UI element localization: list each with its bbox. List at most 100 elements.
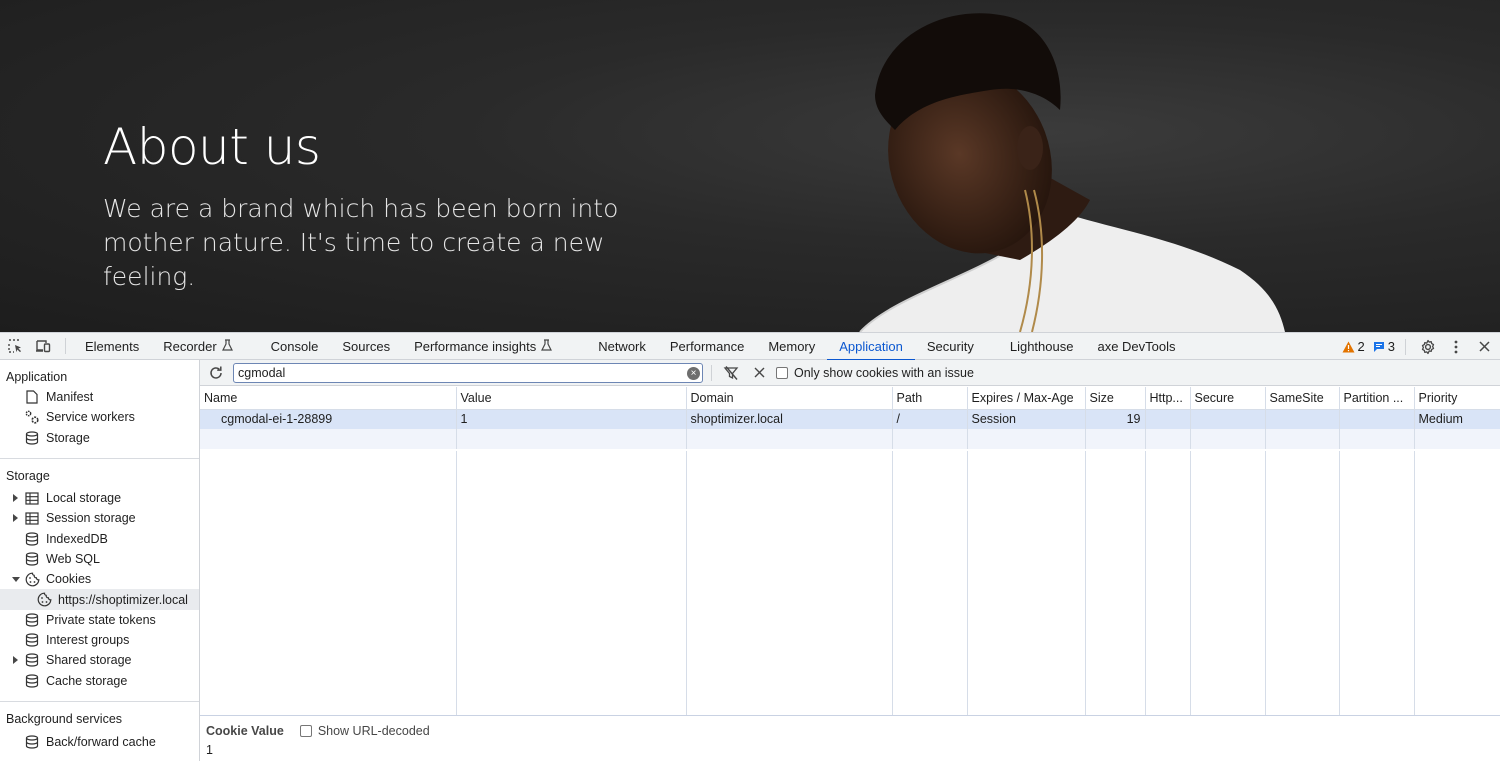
refresh-button[interactable] xyxy=(202,360,230,386)
cookie-filter-input[interactable]: × xyxy=(233,362,703,383)
close-icon xyxy=(754,367,764,378)
sidebar-item-service-workers[interactable]: Service workers xyxy=(0,407,199,427)
expand-arrow-icon[interactable] xyxy=(13,656,18,665)
tab-label: axe DevTools xyxy=(1097,338,1176,354)
page-hero-banner: About us We are a brand which has been b… xyxy=(0,0,1500,332)
clear-filter-icon[interactable]: × xyxy=(687,366,700,380)
sidebar-item-label: Interest groups xyxy=(46,633,130,648)
settings-button[interactable] xyxy=(1414,333,1442,360)
database-icon xyxy=(24,673,40,689)
cell-name[interactable]: cgmodal-ei-1-28899 xyxy=(200,409,457,429)
sidebar-item-private-state-tokens[interactable]: Private state tokens xyxy=(0,610,199,630)
hero-photo-person xyxy=(859,13,1285,332)
sidebar-item-label: Storage xyxy=(46,430,90,445)
cell-partition-key[interactable] xyxy=(1339,409,1415,429)
sidebar-item-back-forward-cache[interactable]: Back/forward cache xyxy=(0,732,199,752)
cookie-value-pane: Cookie Value Show URL-decoded 1 xyxy=(200,717,1500,761)
checkbox-label: Show URL-decoded xyxy=(317,724,430,738)
tab-axe-devtools[interactable]: axe DevTools xyxy=(1085,333,1187,360)
tab-network[interactable]: Network xyxy=(586,333,658,360)
sidebar-item-local-storage[interactable]: Local storage xyxy=(0,488,199,508)
sidebar-item-manifest[interactable]: Manifest xyxy=(0,387,199,407)
tab-label: Lighthouse xyxy=(1009,338,1074,354)
tab-performance[interactable]: Performance xyxy=(658,333,756,360)
tab-label: Elements xyxy=(85,338,140,354)
messages-badge[interactable]: 3 xyxy=(1373,339,1395,354)
checkbox-unchecked[interactable] xyxy=(299,725,312,737)
table-icon xyxy=(24,510,40,526)
cell-secure[interactable] xyxy=(1190,409,1266,429)
tab-label: Console xyxy=(270,338,319,354)
column-header-path[interactable]: Path xyxy=(892,387,968,410)
sidebar-item-label: Private state tokens xyxy=(46,612,156,627)
gears-icon xyxy=(24,409,40,425)
column-header-value[interactable]: Value xyxy=(456,387,687,410)
expand-arrow-icon[interactable] xyxy=(13,514,18,523)
tab-security[interactable]: Security xyxy=(915,333,986,360)
tab-memory[interactable]: Memory xyxy=(756,333,827,360)
sidebar-item-label: Local storage xyxy=(46,491,122,506)
sidebar-item-indexeddb[interactable]: IndexedDB xyxy=(0,528,199,548)
tab-label: Performance insights xyxy=(414,338,537,354)
table-row[interactable]: cgmodal-ei-1-28899 1 shoptimizer.local /… xyxy=(200,409,1500,429)
more-options-button[interactable] xyxy=(1442,333,1470,360)
kebab-menu-icon xyxy=(1454,340,1458,353)
cell-size[interactable]: 19 xyxy=(1085,409,1146,429)
hero-subtitle: We are a brand which has been born into … xyxy=(103,194,619,291)
sidebar-item-cookie-origin[interactable]: https://shoptimizer.local xyxy=(0,589,199,610)
table-row-empty xyxy=(200,429,1500,449)
warnings-badge[interactable]: 2 xyxy=(1342,339,1365,354)
sidebar-item-cache-storage[interactable]: Cache storage xyxy=(0,671,199,691)
sidebar-item-interest-groups[interactable]: Interest groups xyxy=(0,630,199,650)
close-devtools-button[interactable] xyxy=(1470,333,1498,360)
devtools-panel: Elements Recorder Console Sources Perfor… xyxy=(0,332,1500,761)
tab-elements[interactable]: Elements xyxy=(73,333,151,360)
cookie-icon xyxy=(36,592,52,608)
column-header-expires[interactable]: Expires / Max-Age xyxy=(967,387,1086,410)
filter-text-input[interactable] xyxy=(234,365,674,380)
tab-console[interactable]: Console xyxy=(259,333,331,360)
tab-lighthouse[interactable]: Lighthouse xyxy=(998,333,1086,360)
document-icon xyxy=(24,389,40,405)
cell-value[interactable]: 1 xyxy=(456,409,687,429)
column-header-name[interactable]: Name xyxy=(200,387,457,410)
cell-path[interactable]: / xyxy=(892,409,968,429)
sidebar-item-label: Session storage xyxy=(46,511,136,526)
sidebar-item-label: Manifest xyxy=(46,390,94,405)
tab-performance-insights[interactable]: Performance insights xyxy=(402,333,564,360)
delete-selected-button[interactable] xyxy=(748,362,770,384)
toolbar-divider xyxy=(711,364,712,381)
tab-sources[interactable]: Sources xyxy=(330,333,402,360)
sidebar-item-storage-overview[interactable]: Storage xyxy=(0,428,199,448)
collapse-arrow-icon[interactable] xyxy=(12,577,20,583)
cell-samesite[interactable] xyxy=(1265,409,1340,429)
column-header-domain[interactable]: Domain xyxy=(686,387,893,410)
sidebar-item-session-storage[interactable]: Session storage xyxy=(0,508,199,528)
devtools-status-area: 2 3 xyxy=(1342,333,1500,360)
checkbox-unchecked[interactable] xyxy=(776,366,788,379)
clear-filtered-cookies-button[interactable] xyxy=(720,362,742,384)
cell-expires[interactable]: Session xyxy=(967,409,1086,429)
cookie-value-text[interactable]: 1 xyxy=(206,743,1494,757)
tab-application[interactable]: Application xyxy=(827,333,915,361)
expand-arrow-icon[interactable] xyxy=(13,493,18,502)
column-header-httponly[interactable]: Http... xyxy=(1145,387,1191,410)
tab-label: Memory xyxy=(768,338,816,354)
show-url-decoded-checkbox[interactable]: Show URL-decoded xyxy=(299,724,430,738)
cell-priority[interactable]: Medium xyxy=(1414,409,1500,429)
sidebar-item-shared-storage[interactable]: Shared storage xyxy=(0,650,199,670)
cell-domain[interactable]: shoptimizer.local xyxy=(686,409,893,429)
sidebar-item-cookies[interactable]: Cookies xyxy=(0,569,199,589)
column-header-priority[interactable]: Priority xyxy=(1414,387,1500,410)
inspect-element-icon[interactable] xyxy=(1,333,29,360)
only-issues-checkbox[interactable]: Only show cookies with an issue xyxy=(776,366,974,380)
tab-label: Security xyxy=(926,338,974,354)
column-header-partition-key[interactable]: Partition ... xyxy=(1339,387,1415,410)
column-header-size[interactable]: Size xyxy=(1085,387,1146,410)
tab-recorder[interactable]: Recorder xyxy=(151,333,244,360)
column-header-samesite[interactable]: SameSite xyxy=(1265,387,1340,410)
column-header-secure[interactable]: Secure xyxy=(1190,387,1266,410)
sidebar-item-web-sql[interactable]: Web SQL xyxy=(0,549,199,569)
device-toolbar-icon[interactable] xyxy=(29,333,57,360)
cell-httponly[interactable] xyxy=(1145,409,1191,429)
